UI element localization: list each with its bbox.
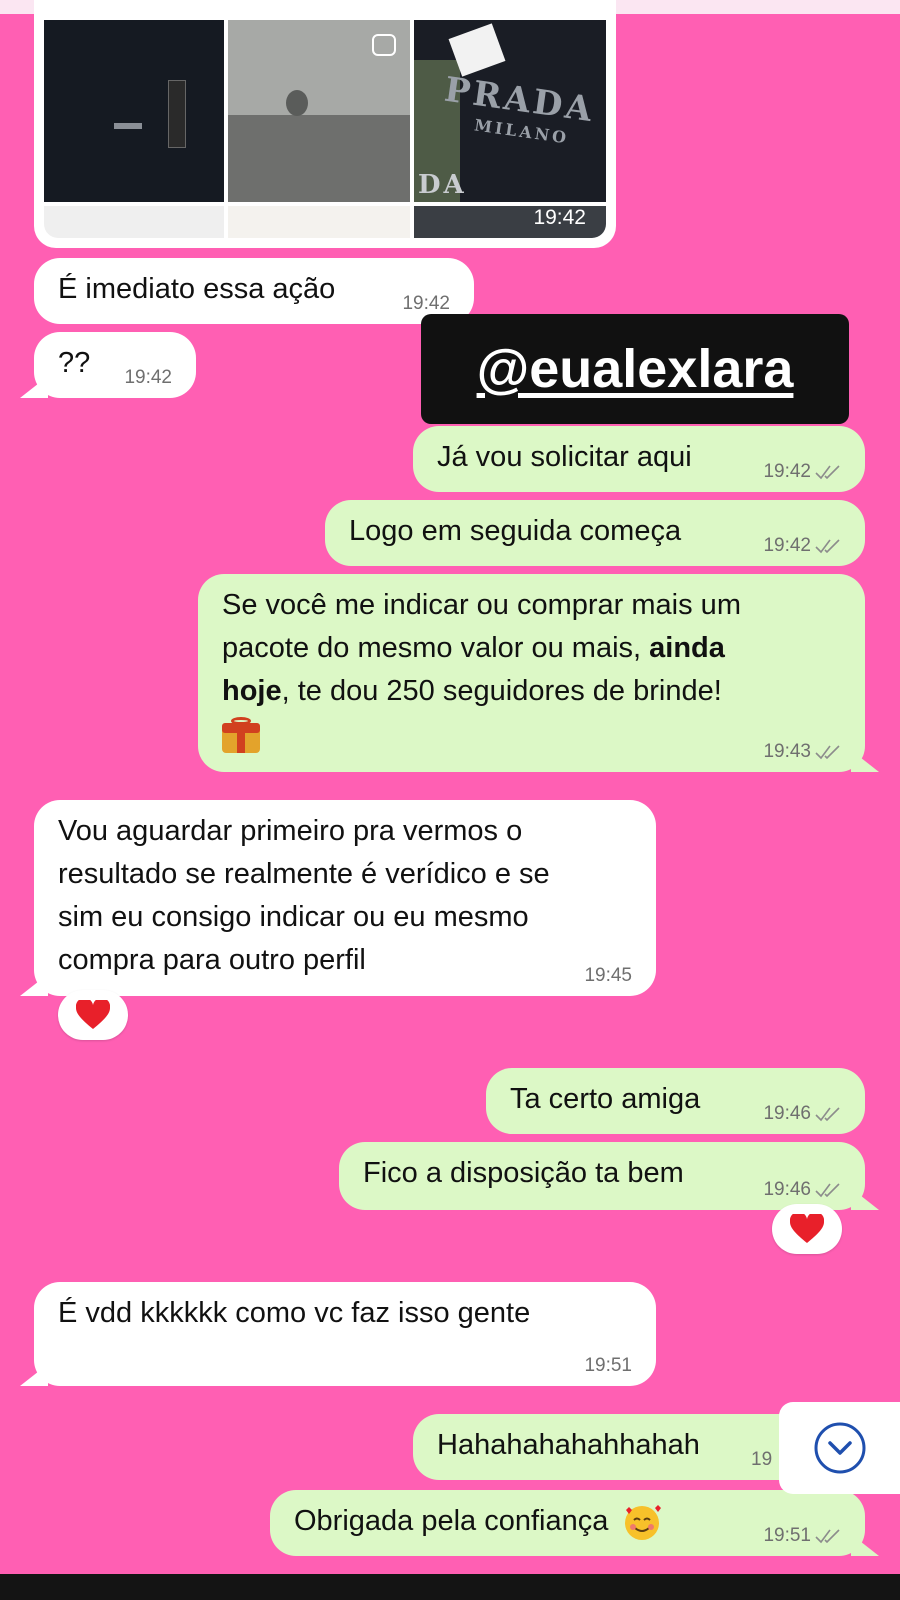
da-print: DA [418,170,467,200]
message-meta: 19:45 [584,966,632,986]
message-text: Vou aguardar primeiro pra vermos o resul… [58,815,550,976]
message-time: 19:42 [763,535,811,556]
message-time: 19:42 [402,293,450,314]
message-meta: 19:42 [402,294,450,314]
message-text: Fico a disposição ta bem [363,1157,684,1189]
message-outgoing[interactable]: Ta certo amiga 19:46 [486,1068,865,1134]
media-tile-black-shirt[interactable] [44,20,224,202]
read-ticks-icon [815,1107,840,1122]
username-text: @eualexlara [476,339,794,399]
message-text: Já vou solicitar aqui [437,441,692,473]
message-time: 19:45 [584,965,632,986]
message-time: 19:42 [124,367,172,388]
read-ticks-icon [815,465,840,480]
media-grid-message[interactable]: PRADA MILANO DA 19:42 [34,0,616,248]
message-meta: 19:51 [584,1356,632,1376]
message-text: Obrigada pela confiança [294,1505,609,1537]
message-incoming[interactable]: É vdd kkkkkk como vc faz isso gente 19:5… [34,1282,656,1386]
heart-emoji [790,1214,824,1243]
media-timestamp: 19:42 [533,206,586,229]
scroll-to-bottom-button[interactable] [779,1402,900,1494]
message-outgoing[interactable]: Fico a disposição ta bem 19:46 [339,1142,865,1210]
message-time: 19:42 [763,461,811,482]
heart-emoji [76,1000,110,1029]
chevron-down-icon [814,1422,865,1474]
message-meta: 19:46 [763,1180,841,1200]
message-text: Hahahahahahhahah [437,1429,700,1461]
bottom-bar [0,1574,900,1600]
message-text: Ta certo amiga [510,1083,701,1115]
gift-emoji [222,717,260,753]
media-tile-grey-shirt[interactable] [228,20,410,202]
message-outgoing[interactable]: Logo em seguida começa 19:42 [325,500,865,566]
reel-icon [372,34,396,56]
message-incoming[interactable]: Vou aguardar primeiro pra vermos o resul… [34,800,656,996]
read-ticks-icon [815,745,840,760]
message-time: 19:51 [763,1525,811,1546]
message-meta: 19:42 [763,536,841,556]
reaction-badge[interactable] [772,1204,842,1254]
read-ticks-icon [815,1183,840,1198]
message-outgoing[interactable]: Obrigada pela confiança 19:51 [270,1490,865,1556]
read-ticks-icon [815,1529,840,1544]
message-time: 19:46 [763,1103,811,1124]
reaction-badge[interactable] [58,990,128,1040]
media-tile-prada-shirt[interactable]: PRADA MILANO DA [414,20,606,202]
message-time: 19 [751,1449,773,1470]
message-text: É imediato essa ação [58,273,336,305]
message-meta: 19:42 [763,462,841,482]
message-time: 19:43 [763,741,811,762]
message-outgoing[interactable]: Já vou solicitar aqui 19:42 [413,426,865,492]
message-meta: 19:42 [124,368,172,388]
message-meta: 19 [751,1450,772,1470]
message-incoming[interactable]: ?? 19:42 [34,332,196,398]
read-ticks-icon [815,539,840,554]
media-tile-bottom-left[interactable] [44,206,224,238]
message-text: É vdd kkkkkk como vc faz isso gente [58,1297,531,1329]
threads-username-tag: @eualexlara [421,314,849,424]
message-time: 19:46 [763,1179,811,1200]
message-outgoing[interactable]: Se você me indicar ou comprar mais um pa… [198,574,865,772]
message-time: 19:51 [584,1355,632,1376]
smiling-hearts-emoji [625,1505,662,1541]
message-text: ?? [58,347,91,379]
message-meta: 19:43 [763,742,841,762]
media-tile-bottom-mid[interactable] [228,206,410,238]
message-incoming[interactable]: É imediato essa ação 19:42 [34,258,474,324]
message-text: Logo em seguida começa [349,515,682,547]
message-text-end: , te dou 250 seguidores de brinde! [281,675,722,707]
message-meta: 19:51 [763,1526,841,1546]
message-meta: 19:46 [763,1104,841,1124]
